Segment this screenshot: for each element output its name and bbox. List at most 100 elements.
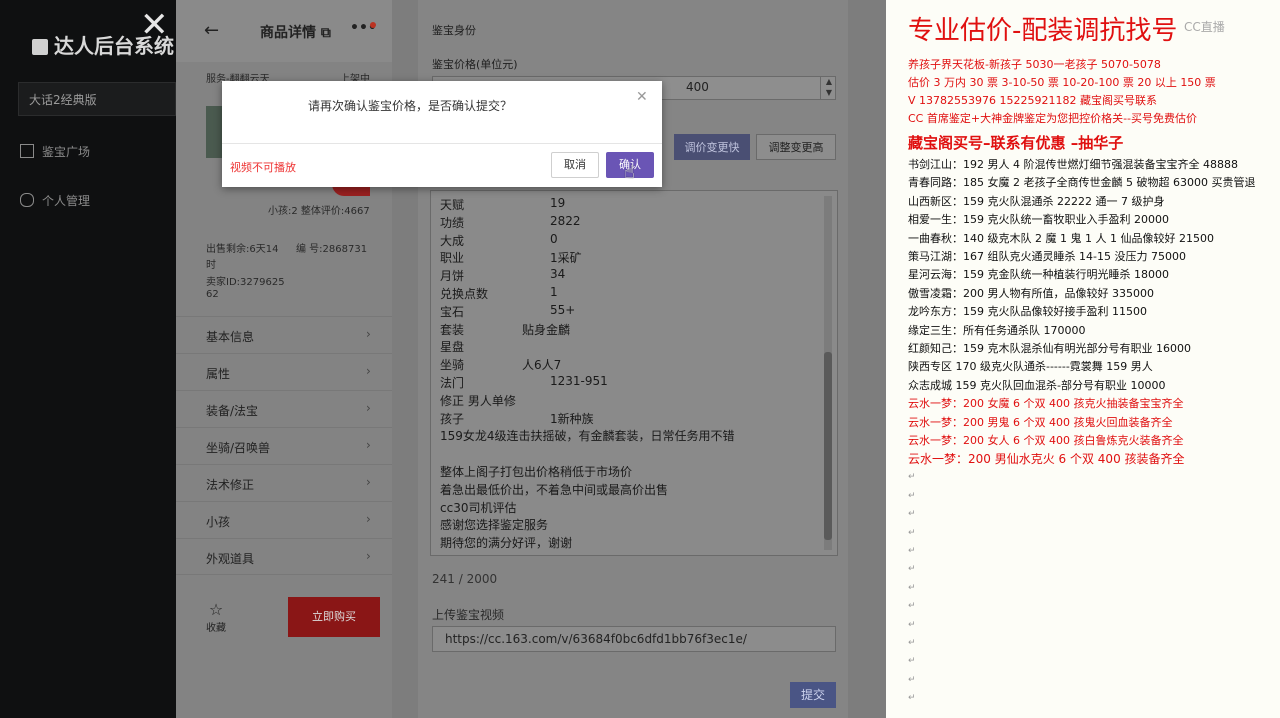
desc-key: 大成 xyxy=(440,233,465,248)
back-arrow-icon[interactable]: ← xyxy=(204,20,219,41)
doc-line: 红颜知己：159 克木队混杀仙有明光部分号有职业 16000 xyxy=(908,342,1191,355)
app-logo-icon xyxy=(32,39,48,55)
price-label: 鉴宝价格(单位元) xyxy=(432,58,518,71)
order-number: 编 号:2868731 xyxy=(296,244,368,255)
app-sidebar: 达人后台系统 大话2经典版 鉴宝广场 个人管理 xyxy=(0,0,176,718)
doc-highlight: 藏宝阁买号–联系有优惠 –抽华子 xyxy=(908,134,1124,152)
menu-mounts[interactable]: 坐骑/召唤兽 › xyxy=(176,427,392,464)
chevron-right-icon: › xyxy=(366,475,371,489)
nav-item-appraisal-plaza[interactable]: 鉴宝广场 xyxy=(20,143,90,160)
paragraph-mark: ↵ xyxy=(908,601,916,612)
doc-line: 龙吟东方：159 克火队品像较好接手盈利 11500 xyxy=(908,305,1147,319)
close-icon[interactable]: ✕ xyxy=(140,8,169,42)
paragraph-mark: ↵ xyxy=(908,693,916,704)
desc-line: 159女龙4级连击扶摇破，有金麟套装，日常任务用不错 xyxy=(440,429,735,444)
seller-id: 卖家ID:3279625 xyxy=(206,277,285,288)
confirm-modal: 请再次确认鉴宝价格，是否确认提交？ ✕ 视频不可播放 取消 确认 xyxy=(222,81,662,187)
modal-message: 请再次确认鉴宝价格，是否确认提交？ xyxy=(308,99,513,113)
overlay-document: 专业估价-配装调抗找号 CC直播 养孩子界天花板-新孩子 5030一老孩子 50… xyxy=(886,0,1280,718)
paragraph-mark: ↵ xyxy=(908,472,916,483)
doc-title: 专业估价-配装调抗找号 xyxy=(908,16,1178,46)
char-count: 241 / 2000 xyxy=(432,572,498,586)
desc-line: 整体上阁子打包出价格稍低于市场价 xyxy=(440,465,633,479)
desc-line: 孩子 xyxy=(440,411,465,426)
desc-value: 2822 xyxy=(550,213,581,228)
desc-key: 功绩 xyxy=(440,215,465,230)
desc-line: 期待您的满分好评，谢谢 xyxy=(440,536,573,551)
desc-key: 职业 xyxy=(440,251,465,266)
doc-line: 一曲春秋：140 级克木队 2 魔 1 鬼 1 人 1 仙品像较好 21500 xyxy=(908,231,1214,245)
menu-spell-fix[interactable]: 法术修正 › xyxy=(176,464,392,501)
desc-key: 兑换点数 xyxy=(440,287,489,301)
desc-line: 感谢您选择鉴定服务 xyxy=(440,518,549,533)
chevron-right-icon: › xyxy=(366,512,371,526)
desc-value: 34 xyxy=(550,267,566,282)
desc-key: 宝石 xyxy=(440,304,465,319)
doc-line: 山西新区：159 克火队混通杀 22222 通一 7 级护身 xyxy=(908,194,1165,208)
menu-equipment[interactable]: 装备/法宝 › xyxy=(176,390,392,427)
desc-key: 月饼 xyxy=(440,269,465,284)
menu-appearance[interactable]: 外观道具 › xyxy=(176,538,392,575)
desc-key: 星盘 xyxy=(440,340,465,355)
doc-line: 星河云海：159 克金队统一种植装行明光睡杀 18000 xyxy=(908,268,1169,282)
user-icon xyxy=(20,193,34,207)
doc-line: 云水一梦：200 女魔 6 个双 400 孩克火抽装备宝宝齐全 xyxy=(908,397,1184,411)
close-icon[interactable]: ✕ xyxy=(636,89,648,105)
chevron-right-icon: › xyxy=(366,549,371,563)
plaza-icon xyxy=(20,144,34,158)
video-warning: 视频不可播放 xyxy=(230,161,296,174)
notification-dot xyxy=(370,22,376,28)
menu-children[interactable]: 小孩 › xyxy=(176,501,392,538)
desc-key: 坐骑 xyxy=(440,358,465,373)
star-icon: ☆ xyxy=(208,600,224,619)
menu-basic-info[interactable]: 基本信息 › xyxy=(176,316,392,353)
desc-value: 贴身金麟 xyxy=(522,322,571,337)
stream-watermark: CC直播 xyxy=(1184,20,1225,34)
doc-line: 策马江湖：167 组队克火通灵睡杀 14-15 没压力 75000 xyxy=(908,250,1186,263)
doc-line: 养孩子界天花板-新孩子 5030一老孩子 5070-5078 xyxy=(908,58,1161,71)
scrollbar-thumb[interactable] xyxy=(824,352,832,540)
nav-item-personal[interactable]: 个人管理 xyxy=(20,192,90,209)
doc-line: 估价 3 万内 30 票 3-10-50 票 10-20-100 票 20 以上… xyxy=(908,76,1216,89)
doc-line: 陕西专区 170 级克火队通杀------霓裳舞 159 男人 xyxy=(908,360,1153,374)
paragraph-mark: ↵ xyxy=(908,674,916,685)
doc-line: 众志成城 159 克火队回血混杀-部分号有职业 10000 xyxy=(908,378,1166,392)
price-stepper[interactable]: ▲ ▼ xyxy=(820,76,837,100)
doc-line: 缘定三生：所有任务通杀队 170000 xyxy=(908,323,1086,337)
adjust-fast-button[interactable]: 调价变更快 xyxy=(674,134,750,160)
doc-line: 相爱一生：159 克火队统一畜牧职业入手盈利 20000 xyxy=(908,213,1169,227)
desc-key: 套装 xyxy=(440,322,465,337)
game-select-input[interactable]: 大话2经典版 xyxy=(18,82,176,116)
desc-value: 人6人7 xyxy=(522,358,562,373)
listing-time-unit: 时 xyxy=(206,260,216,271)
chevron-right-icon: › xyxy=(366,364,371,378)
desc-value: 19 xyxy=(550,196,566,210)
paragraph-mark: ↵ xyxy=(908,527,916,538)
doc-line: CC 首席鉴定+大神金牌鉴定为您把控价格关--买号免费估价 xyxy=(908,112,1198,125)
submit-button[interactable]: 提交 xyxy=(790,682,836,708)
desc-key: 天赋 xyxy=(440,198,465,212)
section-hint: 鉴宝身份 xyxy=(432,24,476,37)
cancel-button[interactable]: 取消 xyxy=(551,152,599,178)
menu-attributes[interactable]: 属性 › xyxy=(176,353,392,390)
chevron-right-icon: › xyxy=(366,401,371,415)
chevron-right-icon: › xyxy=(366,438,371,452)
favorite-button[interactable]: ☆ 收藏 xyxy=(206,600,226,634)
paragraph-mark: ↵ xyxy=(908,509,916,520)
buy-now-button[interactable]: 立即购买 xyxy=(288,597,380,637)
external-link-icon[interactable]: ⧉ xyxy=(316,25,331,41)
video-url-input[interactable]: https://cc.163.com/v/63684f0bc6dfd1bb76f… xyxy=(432,626,836,652)
desc-value: 1采矿 xyxy=(550,251,582,266)
desc-key: 法门 xyxy=(440,376,465,390)
desc-line: cc30司机评估 xyxy=(440,500,517,515)
detail-title: 商品详情 ⧉ xyxy=(260,25,331,41)
paragraph-mark: ↵ xyxy=(908,582,916,593)
doc-line: 书剑江山：192 男人 4 阶混传世燃灯细节强混装备宝宝齐全 48888 xyxy=(908,158,1238,171)
price-value: 400 xyxy=(686,80,709,94)
paragraph-mark: ↵ xyxy=(908,656,916,667)
adjust-high-button[interactable]: 调整变更高 xyxy=(756,134,836,160)
doc-line: 傲雪凌霜：200 男人物有所值，品像较好 335000 xyxy=(908,286,1154,300)
modal-divider xyxy=(222,143,662,144)
video-label: 上传鉴宝视频 xyxy=(432,608,505,622)
listing-time: 出售剩余:6天14 xyxy=(206,244,279,255)
